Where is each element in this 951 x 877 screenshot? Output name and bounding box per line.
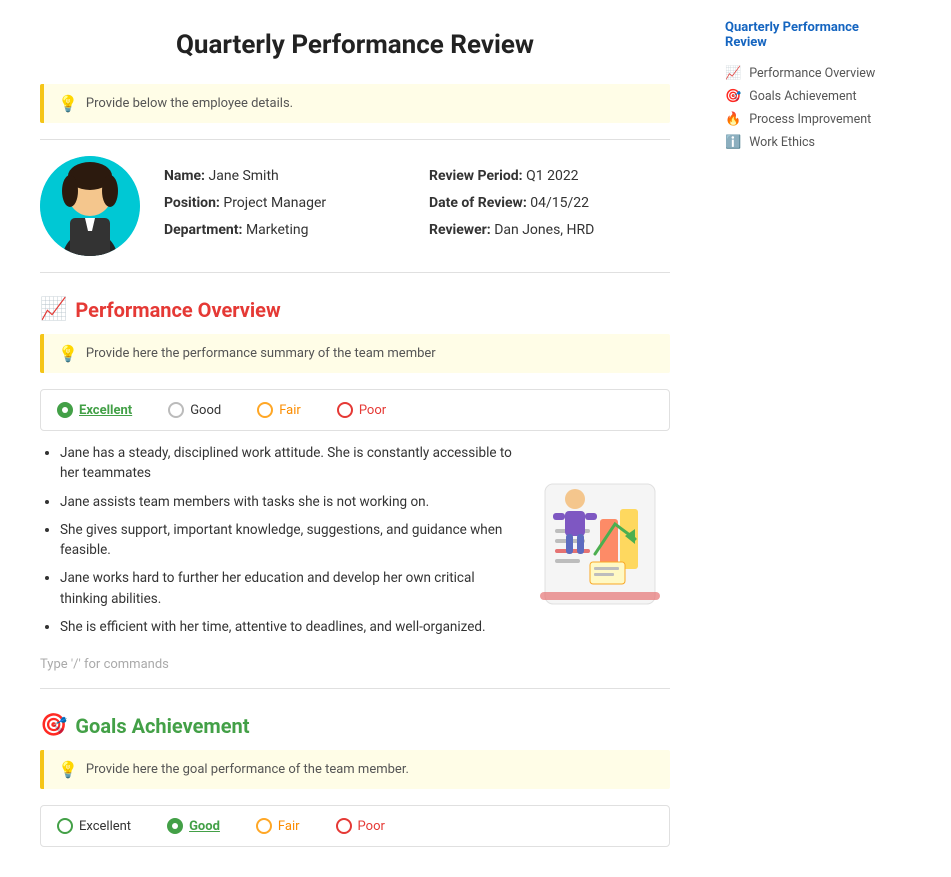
rating-excellent[interactable]: Excellent <box>57 402 132 418</box>
goals-section: 🎯 Goals Achievement 💡 Provide here the g… <box>40 713 670 789</box>
department-label: Department: <box>164 222 242 238</box>
performance-hint-text: Provide here the performance summary of … <box>86 346 436 361</box>
performance-illustration <box>530 443 670 645</box>
rating-row: Excellent Good Fair Poor <box>40 389 670 431</box>
goals-label-good: Good <box>189 819 220 834</box>
page-title: Quarterly Performance Review <box>40 30 670 60</box>
department-line: Department: Marketing <box>164 220 405 241</box>
rating-fair[interactable]: Fair <box>257 402 301 418</box>
goals-hint-box: 💡 Provide here the goal performance of t… <box>40 750 670 789</box>
goals-rating-poor[interactable]: Poor <box>336 818 385 834</box>
position-line: Position: Project Manager <box>164 193 405 214</box>
date-label: Date of Review: <box>429 195 527 211</box>
goals-radio-good[interactable] <box>167 818 183 834</box>
label-excellent: Excellent <box>79 403 132 418</box>
label-good: Good <box>190 403 221 418</box>
goals-hint-icon: 💡 <box>58 760 78 779</box>
rating-poor[interactable]: Poor <box>337 402 386 418</box>
label-poor: Poor <box>359 403 386 418</box>
performance-hint-icon: 💡 <box>58 344 78 363</box>
sidebar-title: Quarterly Performance Review <box>725 20 895 50</box>
reviewer-label: Reviewer: <box>429 222 491 238</box>
bullet-2: Jane assists team members with tasks she… <box>60 492 514 512</box>
goals-rating-fair[interactable]: Fair <box>256 818 300 834</box>
position-value: Project Manager <box>223 195 326 211</box>
goals-hint-text: Provide here the goal performance of the… <box>86 762 409 777</box>
illustration-svg <box>535 474 665 614</box>
goals-radio-poor[interactable] <box>336 818 352 834</box>
reviewer-line: Reviewer: Dan Jones, HRD <box>429 220 670 241</box>
sidebar-goals-label: Goals Achievement <box>749 89 856 104</box>
rating-good[interactable]: Good <box>168 402 221 418</box>
bullet-4: Jane works hard to further her education… <box>60 568 514 609</box>
type-hint: Type '/' for commands <box>40 657 670 672</box>
main-content: Quarterly Performance Review 💡 Provide b… <box>0 0 710 877</box>
sidebar-process-label: Process Improvement <box>749 112 871 127</box>
goals-rating-row: Excellent Good Fair Poor <box>40 805 670 847</box>
review-period-label: Review Period: <box>429 168 523 184</box>
review-period-line: Review Period: Q1 2022 <box>429 166 670 187</box>
radio-fair[interactable] <box>257 402 273 418</box>
goals-header: 🎯 Goals Achievement <box>40 713 670 738</box>
goals-rating-excellent[interactable]: Excellent <box>57 818 131 834</box>
sidebar-process-icon: 🔥 <box>725 112 741 127</box>
radio-excellent[interactable] <box>57 402 73 418</box>
sidebar-item-goals[interactable]: 🎯 Goals Achievement <box>725 85 895 108</box>
sidebar-ethics-label: Work Ethics <box>749 135 815 150</box>
performance-section: 📈 Performance Overview 💡 Provide here th… <box>40 297 670 672</box>
radio-poor[interactable] <box>337 402 353 418</box>
avatar <box>40 156 140 256</box>
divider-2 <box>40 272 670 273</box>
position-label: Position: <box>164 195 220 211</box>
goals-rating-good[interactable]: Good <box>167 818 220 834</box>
name-line: Name: Jane Smith <box>164 166 405 187</box>
goals-radio-excellent[interactable] <box>57 818 73 834</box>
bullets-list: Jane has a steady, disciplined work atti… <box>40 443 514 637</box>
radio-good[interactable] <box>168 402 184 418</box>
bullet-1: Jane has a steady, disciplined work atti… <box>60 443 514 484</box>
employee-hint-box: 💡 Provide below the employee details. <box>40 84 670 123</box>
sidebar: Quarterly Performance Review 📈 Performan… <box>710 0 910 877</box>
reviewer-value: Dan Jones, HRD <box>494 222 594 238</box>
sidebar-item-process[interactable]: 🔥 Process Improvement <box>725 108 895 131</box>
goals-title: Goals Achievement <box>75 714 249 738</box>
divider-1 <box>40 139 670 140</box>
name-value: Jane Smith <box>209 168 279 184</box>
employee-info-left: Name: Jane Smith Position: Project Manag… <box>164 166 405 247</box>
employee-section: Name: Jane Smith Position: Project Manag… <box>40 156 670 256</box>
date-line: Date of Review: 04/15/22 <box>429 193 670 214</box>
performance-hint-box: 💡 Provide here the performance summary o… <box>40 334 670 373</box>
goals-label-poor: Poor <box>358 819 385 834</box>
hint-icon: 💡 <box>58 94 78 113</box>
sidebar-item-ethics[interactable]: ℹ️ Work Ethics <box>725 131 895 154</box>
performance-bullets: Jane has a steady, disciplined work atti… <box>40 443 514 645</box>
date-value: 04/15/22 <box>530 195 589 211</box>
bullet-5: She is efficient with her time, attentiv… <box>60 617 514 637</box>
performance-content: Jane has a steady, disciplined work atti… <box>40 443 670 645</box>
employee-info-right: Review Period: Q1 2022 Date of Review: 0… <box>429 166 670 247</box>
performance-title: Performance Overview <box>75 298 280 322</box>
review-period-value: Q1 2022 <box>526 168 578 184</box>
performance-icon: 📈 <box>40 297 67 322</box>
goals-label-excellent: Excellent <box>79 819 131 834</box>
sidebar-ethics-icon: ℹ️ <box>725 135 741 150</box>
name-label: Name: <box>164 168 205 184</box>
performance-header: 📈 Performance Overview <box>40 297 670 322</box>
employee-hint-text: Provide below the employee details. <box>86 96 293 111</box>
avatar-illustration <box>40 156 140 256</box>
bullet-3: She gives support, important knowledge, … <box>60 520 514 561</box>
goals-radio-fair[interactable] <box>256 818 272 834</box>
department-value: Marketing <box>246 222 309 238</box>
label-fair: Fair <box>279 403 301 418</box>
sidebar-goals-icon: 🎯 <box>725 89 741 104</box>
sidebar-item-performance[interactable]: 📈 Performance Overview <box>725 62 895 85</box>
sidebar-performance-label: Performance Overview <box>749 66 875 81</box>
sidebar-performance-icon: 📈 <box>725 66 741 81</box>
goals-icon: 🎯 <box>40 713 67 738</box>
divider-3 <box>40 688 670 689</box>
goals-label-fair: Fair <box>278 819 300 834</box>
